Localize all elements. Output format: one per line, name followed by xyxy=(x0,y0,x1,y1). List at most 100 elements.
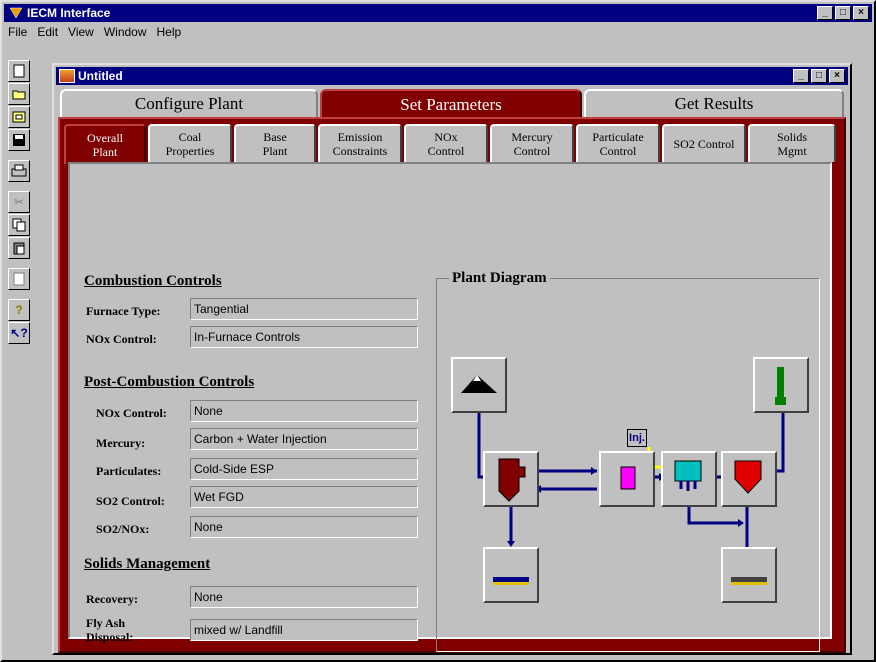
particulates-value: Cold-Side ESP xyxy=(190,458,418,480)
subtab-line2: Properties xyxy=(165,144,215,158)
subtab-emission-constraints[interactable]: Emission Constraints xyxy=(318,124,402,162)
stack-box[interactable] xyxy=(753,357,809,413)
recovery-value: None xyxy=(190,586,418,608)
app-title: IECM Interface xyxy=(27,6,111,20)
document-window: Untitled _ □ × Configure Plant Set Param… xyxy=(52,63,852,655)
subtab-mercury-control[interactable]: Mercury Control xyxy=(490,124,574,162)
subtab-line1: Overall xyxy=(87,131,123,145)
mercury-label: Mercury: xyxy=(96,436,146,450)
subtab-line2: Plant xyxy=(92,145,118,159)
document-title: Untitled xyxy=(78,69,123,83)
fgd-box[interactable] xyxy=(721,451,777,507)
subtab-overall-plant[interactable]: Overall Plant xyxy=(64,124,146,164)
furnace-type-label: Furnace Type: xyxy=(86,304,161,318)
fgd-icon xyxy=(734,460,762,494)
subtab-particulate-control[interactable]: Particulate Control xyxy=(576,124,660,162)
combustion-nox-value: In-Furnace Controls xyxy=(190,326,418,348)
boiler-icon xyxy=(498,458,526,502)
plant-diagram: Plant Diagram Inj. xyxy=(436,270,820,652)
maximize-button[interactable]: □ xyxy=(835,6,851,20)
coal-supply-box[interactable] xyxy=(451,357,507,413)
bottom-ash-box[interactable] xyxy=(483,547,539,603)
menu-file[interactable]: File xyxy=(4,25,33,39)
save-to-disk-icon[interactable] xyxy=(8,106,30,128)
injection-reactor-icon xyxy=(620,466,636,490)
new-document-icon[interactable] xyxy=(8,60,30,82)
print-icon[interactable] xyxy=(8,160,30,182)
menu-edit[interactable]: Edit xyxy=(33,25,64,39)
mercury-control-box[interactable] xyxy=(599,451,655,507)
vertical-toolbar: ✂ ? ↖? xyxy=(4,60,30,660)
main-window: IECM Interface _ □ × File Edit View Wind… xyxy=(0,0,876,662)
esp-box[interactable] xyxy=(661,451,717,507)
ash-pond-icon xyxy=(493,577,529,585)
subtab-so2-control[interactable]: SO2 Control xyxy=(662,124,746,162)
recovery-label: Recovery: xyxy=(86,592,138,606)
subtab-line2: Mgmt xyxy=(777,144,807,158)
tab-label: Get Results xyxy=(674,94,754,113)
so2-label: SO2 Control: xyxy=(96,494,165,508)
menu-bar: File Edit View Window Help xyxy=(4,23,872,41)
so2nox-label: SO2/NOx: xyxy=(96,522,150,536)
context-help-icon[interactable]: ↖? xyxy=(8,322,30,344)
close-button[interactable]: × xyxy=(853,6,869,20)
subtab-line2: Plant xyxy=(262,144,288,158)
subtab-line1: Mercury xyxy=(511,130,553,144)
subtab-nox-control[interactable]: NOx Control xyxy=(404,124,488,162)
subtab-line2: Control xyxy=(513,144,551,158)
subtab-line2: Control xyxy=(599,144,637,158)
subtab-line1: Coal xyxy=(178,130,202,144)
stack-icon xyxy=(775,367,786,405)
tab-label: Configure Plant xyxy=(134,94,244,113)
document-icon xyxy=(59,69,75,83)
child-maximize-button[interactable]: □ xyxy=(811,69,827,83)
coal-pile-icon xyxy=(461,375,497,393)
subtab-line2: Constraints xyxy=(332,144,388,158)
tab-configure-plant[interactable]: Configure Plant xyxy=(60,89,318,117)
post-nox-label: NOx Control: xyxy=(96,406,167,420)
subtab-line1: SO2 Control xyxy=(673,137,735,151)
parameters-frame: Overall Plant Coal Properties Base Plant… xyxy=(58,117,846,653)
injection-label[interactable]: Inj. xyxy=(627,429,647,447)
particulates-label: Particulates: xyxy=(96,464,162,478)
subtab-line1: NOx xyxy=(434,130,458,144)
subtab-line1: Emission xyxy=(337,130,383,144)
flyash-label-line1: Fly Ash xyxy=(86,616,126,630)
menu-window[interactable]: Window xyxy=(100,25,153,39)
subtab-base-plant[interactable]: Base Plant xyxy=(234,124,316,162)
furnace-type-value: Tangential xyxy=(190,298,418,320)
solids-management-heading: Solids Management xyxy=(84,556,211,572)
so2nox-value: None xyxy=(190,516,418,538)
tab-get-results[interactable]: Get Results xyxy=(584,89,844,117)
subtab-coal-properties[interactable]: Coal Properties xyxy=(148,124,232,162)
subtab-line2: Control xyxy=(427,144,465,158)
flyash-label-line2: Disposal: xyxy=(86,630,134,644)
esp-icon xyxy=(674,460,702,491)
app-titlebar[interactable]: IECM Interface _ □ × xyxy=(4,4,872,22)
boiler-box[interactable] xyxy=(483,451,539,507)
help-icon[interactable]: ? xyxy=(8,299,30,321)
app-logo-icon xyxy=(8,6,24,20)
floppy-disk-icon[interactable] xyxy=(8,129,30,151)
document-titlebar[interactable]: Untitled _ □ × xyxy=(56,67,848,85)
tab-set-parameters[interactable]: Set Parameters xyxy=(320,89,582,119)
post-combustion-heading: Post-Combustion Controls xyxy=(84,374,255,390)
paste-icon[interactable] xyxy=(8,237,30,259)
open-folder-icon[interactable] xyxy=(8,83,30,105)
fgd-waste-box[interactable] xyxy=(721,547,777,603)
mercury-value: Carbon + Water Injection xyxy=(190,428,418,450)
properties-icon[interactable] xyxy=(8,268,30,290)
menu-view[interactable]: View xyxy=(64,25,100,39)
subtab-line1: Particulate xyxy=(592,130,644,144)
copy-icon[interactable] xyxy=(8,214,30,236)
menu-help[interactable]: Help xyxy=(153,25,188,39)
post-nox-value: None xyxy=(190,400,418,422)
child-minimize-button[interactable]: _ xyxy=(793,69,809,83)
landfill-icon xyxy=(731,577,767,585)
subtab-solids-mgmt[interactable]: Solids Mgmt xyxy=(748,124,836,162)
cut-icon[interactable]: ✂ xyxy=(8,191,30,213)
tab-label: Set Parameters xyxy=(400,95,502,114)
minimize-button[interactable]: _ xyxy=(817,6,833,20)
child-close-button[interactable]: × xyxy=(829,69,845,83)
flyash-value: mixed w/ Landfill xyxy=(190,619,418,641)
